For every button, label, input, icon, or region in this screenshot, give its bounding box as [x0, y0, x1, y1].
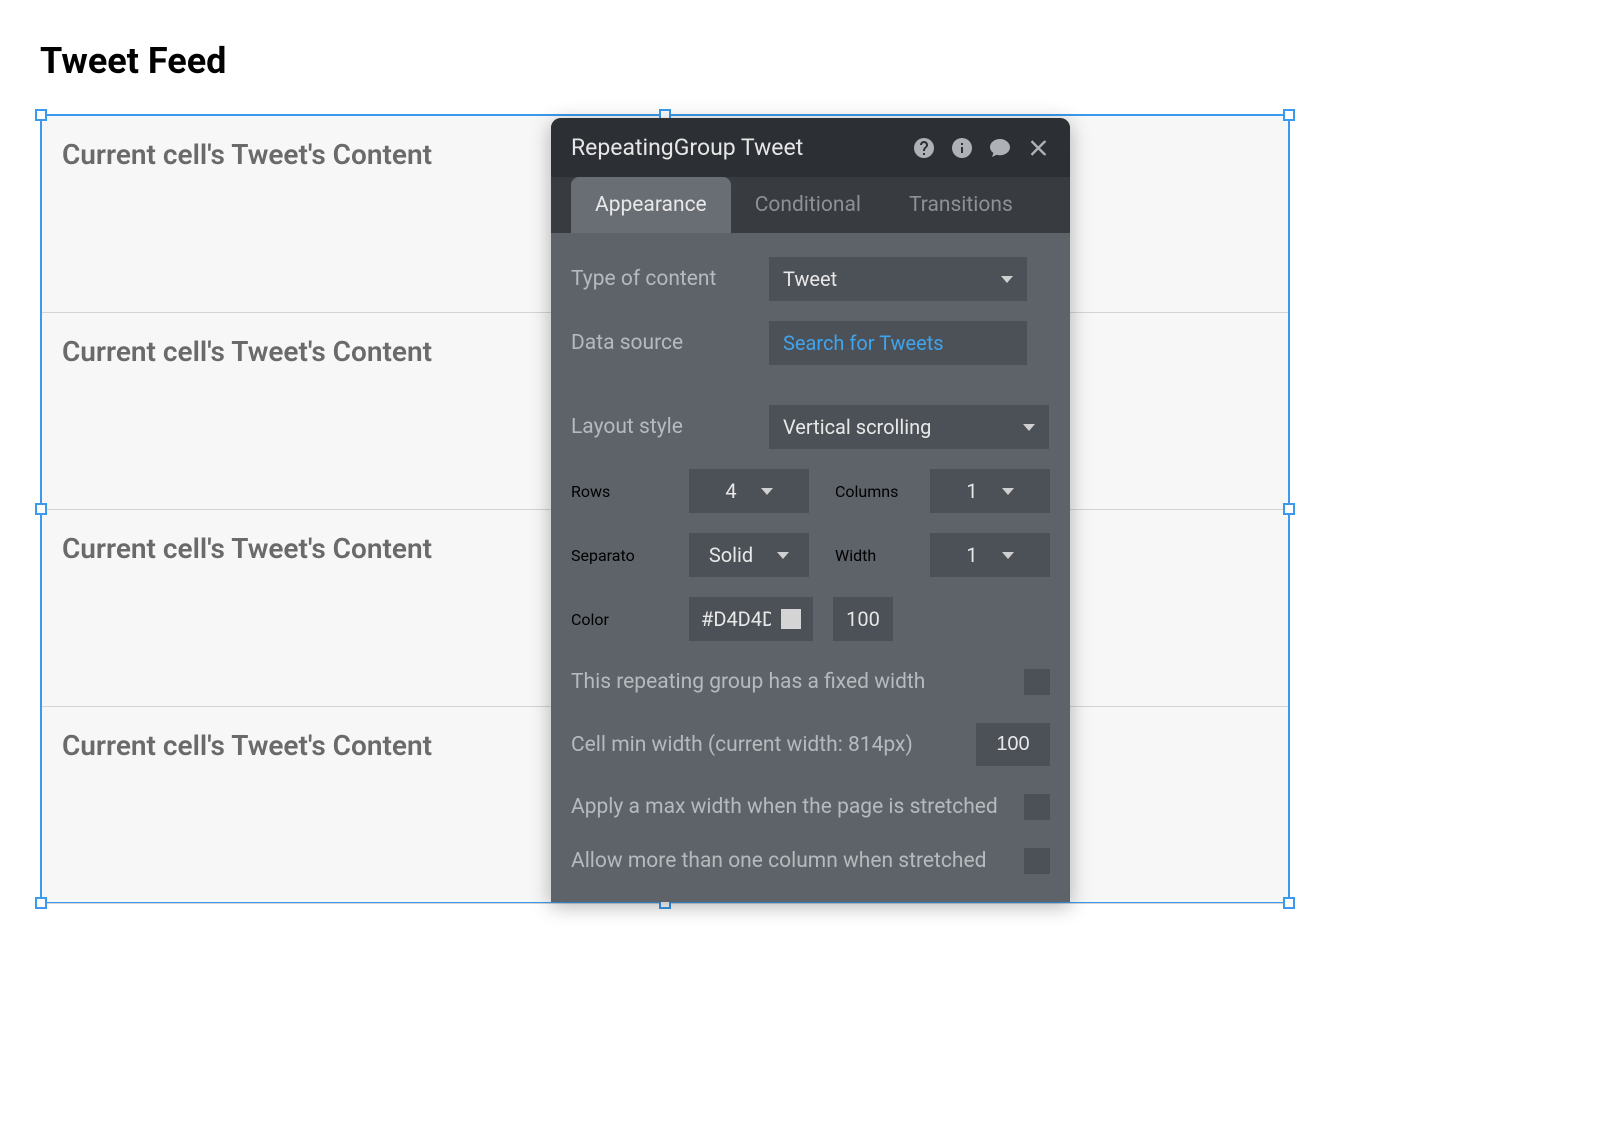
resize-handle-top-right[interactable] [1283, 109, 1295, 121]
opacity-field[interactable]: 100 [833, 597, 893, 641]
panel-title: RepeatingGroup Tweet [571, 134, 803, 161]
width-value: 1 [966, 543, 977, 567]
type-of-content-value: Tweet [783, 267, 837, 291]
rows-label: Rows [571, 482, 669, 501]
data-source-value: Search for Tweets [783, 331, 944, 355]
columns-label: Columns [835, 482, 898, 501]
data-source-label: Data source [571, 331, 769, 355]
panel-body: Type of content Tweet Data source Search… [551, 233, 1070, 902]
resize-handle-top-left[interactable] [35, 109, 47, 121]
property-panel[interactable]: RepeatingGroup Tweet Appearance Conditio… [551, 118, 1070, 902]
columns-value: 1 [966, 479, 977, 503]
chevron-down-icon [1001, 276, 1013, 283]
color-field[interactable]: #D4D4D4 [689, 597, 813, 641]
fixed-width-checkbox[interactable] [1024, 669, 1050, 695]
columns-select[interactable]: 1 [930, 469, 1050, 513]
color-label: Color [571, 610, 669, 629]
tab-conditional[interactable]: Conditional [731, 177, 885, 233]
page-title: Tweet Feed [40, 40, 1560, 82]
separator-select[interactable]: Solid [689, 533, 809, 577]
rows-value: 4 [725, 479, 736, 503]
panel-tabs: Appearance Conditional Transitions [551, 177, 1070, 233]
separator-label: Separato [571, 546, 669, 565]
type-of-content-select[interactable]: Tweet [769, 257, 1027, 301]
rows-select[interactable]: 4 [689, 469, 809, 513]
apply-max-width-label: Apply a max width when the page is stret… [571, 795, 998, 819]
type-of-content-label: Type of content [571, 267, 769, 291]
width-select[interactable]: 1 [930, 533, 1050, 577]
data-source-field[interactable]: Search for Tweets [769, 321, 1027, 365]
tab-appearance[interactable]: Appearance [571, 177, 731, 233]
chevron-down-icon [761, 488, 773, 495]
color-value: #D4D4D4 [701, 607, 771, 631]
close-icon[interactable] [1026, 136, 1050, 160]
layout-style-select[interactable]: Vertical scrolling [769, 405, 1049, 449]
cell-min-width-label: Cell min width (current width: 814px) [571, 733, 913, 757]
resize-handle-left-middle[interactable] [35, 503, 47, 515]
resize-handle-bottom-left[interactable] [35, 897, 47, 909]
panel-header[interactable]: RepeatingGroup Tweet [551, 118, 1070, 177]
separator-value: Solid [709, 543, 753, 567]
chevron-down-icon [777, 552, 789, 559]
tab-transitions[interactable]: Transitions [885, 177, 1037, 233]
resize-handle-right-middle[interactable] [1283, 503, 1295, 515]
resize-handle-bottom-right[interactable] [1283, 897, 1295, 909]
apply-max-width-checkbox[interactable] [1024, 794, 1050, 820]
chevron-down-icon [1023, 424, 1035, 431]
allow-more-columns-label: Allow more than one column when stretche… [571, 849, 986, 873]
layout-style-label: Layout style [571, 415, 769, 439]
fixed-width-label: This repeating group has a fixed width [571, 670, 925, 694]
chevron-down-icon [1002, 552, 1014, 559]
info-icon[interactable] [950, 136, 974, 160]
comment-icon[interactable] [988, 136, 1012, 160]
cell-min-width-input[interactable] [976, 723, 1050, 766]
chevron-down-icon [1002, 488, 1014, 495]
allow-more-columns-checkbox[interactable] [1024, 848, 1050, 874]
width-label: Width [835, 546, 876, 565]
layout-style-value: Vertical scrolling [783, 415, 931, 439]
color-swatch [781, 609, 801, 629]
help-icon[interactable] [912, 136, 936, 160]
